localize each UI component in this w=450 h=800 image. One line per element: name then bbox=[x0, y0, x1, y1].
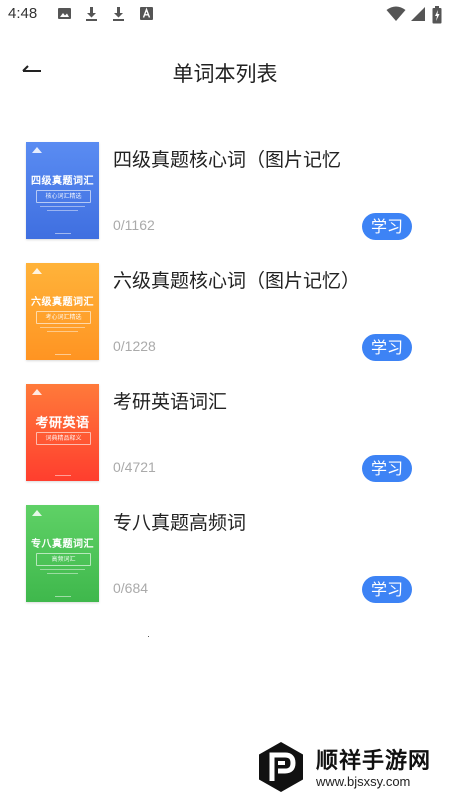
cover-logo-icon bbox=[32, 389, 42, 395]
cover-footer bbox=[26, 354, 99, 356]
book-progress: 0/4721 bbox=[113, 459, 156, 475]
book-progress: 0/1228 bbox=[113, 338, 156, 354]
cover-logo-icon bbox=[32, 147, 42, 153]
status-time: 4:48 bbox=[8, 5, 38, 22]
book-title: 四级真题核心词（图片记忆 bbox=[113, 149, 342, 171]
book-cover: 六级真题词汇 考心词汇精选 bbox=[26, 263, 99, 360]
wifi-icon bbox=[386, 6, 406, 26]
book-title: 专八真题高频词 bbox=[113, 512, 247, 534]
cover-subtitle: 核心词汇精选 bbox=[36, 190, 91, 203]
battery-icon bbox=[432, 6, 442, 28]
book-item[interactable]: 六级真题词汇 考心词汇精选 六级真题核心词（图片记忆） 0/1228 学习 bbox=[0, 261, 450, 382]
stray-dot bbox=[148, 636, 149, 637]
study-button[interactable]: 学习 bbox=[362, 213, 412, 240]
book-item[interactable]: 四级真题词汇 核心词汇精选 四级真题核心词（图片记忆 0/1162 学习 bbox=[0, 140, 450, 261]
cover-decoration bbox=[40, 569, 85, 577]
cover-footer bbox=[26, 233, 99, 235]
cover-title: 六级真题词汇 bbox=[31, 297, 94, 308]
watermark-logo-icon bbox=[258, 741, 304, 793]
cover-title: 专八真题词汇 bbox=[31, 539, 94, 550]
screen: 4:48 单词本列表 四级真题词汇 核心词汇精选 四级真题核心词（图片记忆 0/… bbox=[0, 0, 450, 800]
book-progress: 0/684 bbox=[113, 580, 149, 596]
cover-subtitle: 词典精品释义 bbox=[36, 432, 91, 445]
download-icon bbox=[111, 6, 127, 24]
image-icon bbox=[57, 6, 73, 24]
watermark-name: 顺祥手游网 bbox=[316, 749, 432, 774]
font-icon bbox=[139, 6, 155, 24]
study-button[interactable]: 学习 bbox=[362, 576, 412, 603]
watermark-url: www.bjsxsy.com bbox=[316, 774, 411, 789]
study-button[interactable]: 学习 bbox=[362, 334, 412, 361]
book-cover: 四级真题词汇 核心词汇精选 bbox=[26, 142, 99, 239]
book-item[interactable]: 专八真题词汇 高频词汇 专八真题高频词 0/684 学习 bbox=[0, 503, 450, 624]
book-cover: 考研英语 词典精品释义 bbox=[26, 384, 99, 481]
book-item[interactable]: 考研英语 词典精品释义 考研英语词汇 0/4721 学习 bbox=[0, 382, 450, 503]
book-cover: 专八真题词汇 高频词汇 bbox=[26, 505, 99, 602]
book-list: 四级真题词汇 核心词汇精选 四级真题核心词（图片记忆 0/1162 学习 六级真… bbox=[0, 140, 450, 624]
cover-decoration bbox=[40, 206, 85, 214]
book-title: 考研英语词汇 bbox=[113, 391, 228, 413]
status-bar: 4:48 bbox=[0, 0, 450, 32]
signal-icon bbox=[410, 6, 426, 26]
cover-subtitle: 高频词汇 bbox=[36, 553, 91, 566]
cover-footer bbox=[26, 475, 99, 477]
download-icon bbox=[84, 6, 100, 24]
cover-title: 四级真题词汇 bbox=[31, 176, 94, 187]
book-progress: 0/1162 bbox=[113, 217, 155, 233]
cover-logo-icon bbox=[32, 268, 42, 274]
study-button[interactable]: 学习 bbox=[362, 455, 412, 482]
book-title: 六级真题核心词（图片记忆） bbox=[113, 270, 361, 292]
cover-title: 考研英语 bbox=[35, 416, 90, 431]
cover-logo-icon bbox=[32, 510, 42, 516]
cover-decoration bbox=[40, 327, 85, 335]
cover-subtitle: 考心词汇精选 bbox=[36, 311, 91, 324]
cover-footer bbox=[26, 596, 99, 598]
watermark: 顺祥手游网 www.bjsxsy.com bbox=[258, 739, 448, 795]
page-title: 单词本列表 bbox=[172, 62, 278, 86]
